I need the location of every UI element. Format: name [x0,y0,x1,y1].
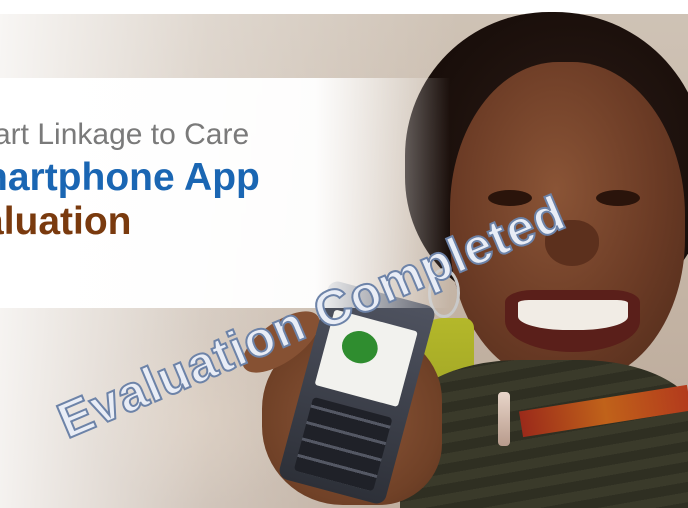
sweater [400,360,688,508]
phone-keypad [293,396,393,492]
hero-photo: art Linkage to Care nartphone App aluati… [0,0,688,508]
teeth [518,300,628,330]
pendant [498,392,510,446]
title-line-3: aluation [0,200,132,243]
title-line-1: art Linkage to Care [0,118,250,151]
right-eye [596,190,640,206]
title-line-2: nartphone App [0,156,260,199]
